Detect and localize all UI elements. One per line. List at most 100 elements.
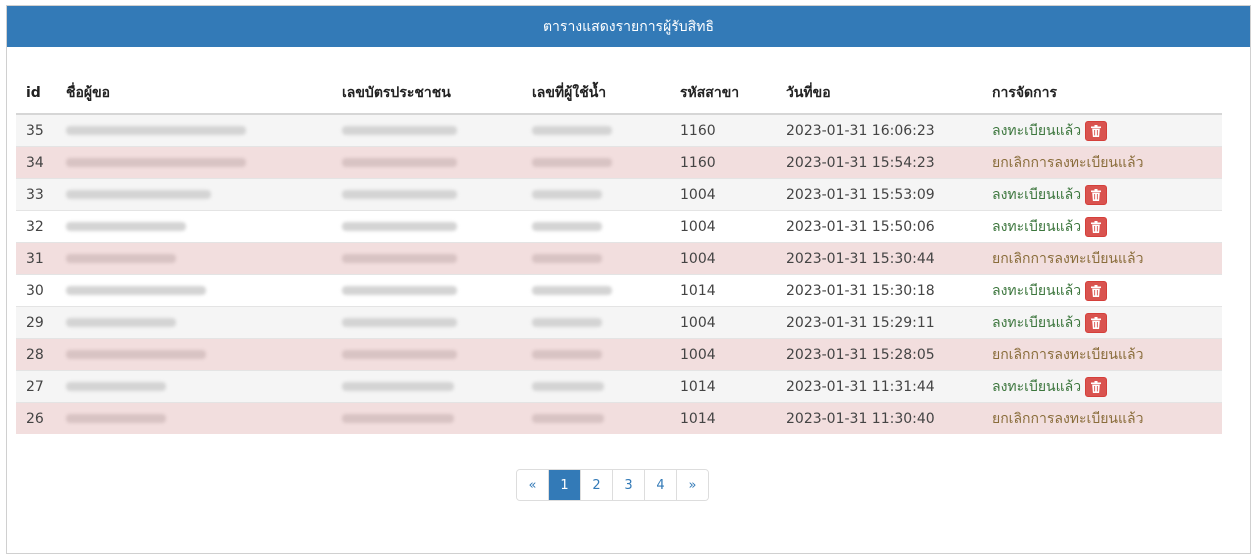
cell-request-date: 2023-01-31 11:31:44 [776,370,982,403]
pagination: « 1 2 3 4 » [516,469,709,501]
cell-id-card [332,146,522,179]
status-registered: ลงทะเบียนแล้ว [992,314,1082,331]
cell-id: 32 [16,210,56,243]
redacted-text [66,414,166,423]
delete-button[interactable] [1085,216,1108,237]
table-row: 28 1004 2023-01-31 15:28:05 ยกเลิกการลงทะเบ… [16,338,1222,371]
cell-branch-code: 1014 [670,370,776,403]
table-row: 34 1160 2023-01-31 15:54:23 ยกเลิกการลงทะเบ… [16,146,1222,179]
cell-branch-code: 1014 [670,274,776,307]
status-cancelled: ยกเลิกการลงทะเบียนแล้ว [992,250,1144,267]
cell-id: 27 [16,370,56,403]
cell-water-user-no [522,338,670,371]
pagination-page-3[interactable]: 3 [612,470,644,500]
delete-button[interactable] [1085,280,1108,301]
redacted-text [66,254,176,263]
table-row: 26 1014 2023-01-31 11:30:40 ยกเลิกการลงทะเบ… [16,402,1222,434]
cell-id: 30 [16,274,56,307]
cell-water-user-no [522,242,670,275]
cell-id-card [332,178,522,211]
pagination-page-2[interactable]: 2 [580,470,612,500]
delete-button[interactable] [1085,376,1108,397]
redacted-text [342,158,457,167]
delete-button[interactable] [1085,120,1108,141]
cell-actions: ลงทะเบียนแล้ว [982,178,1222,211]
table-row: 27 1014 2023-01-31 11:31:44 ลงทะเบียนแล้ว [16,370,1222,403]
cell-name [56,210,332,243]
trash-icon [1091,380,1102,393]
cell-name [56,178,332,211]
redacted-text [532,254,602,263]
table-row: 33 1004 2023-01-31 15:53:09 ลงทะเบียนแล้ว [16,178,1222,211]
cell-request-date: 2023-01-31 16:06:23 [776,113,982,147]
header-branch-code: รหัสสาขา [670,73,776,115]
cell-id: 31 [16,242,56,275]
redacted-text [342,414,454,423]
redacted-text [342,254,457,263]
cell-name [56,146,332,179]
delete-button[interactable] [1085,184,1108,205]
header-id: id [16,73,56,115]
pagination-prev-button[interactable]: « [517,470,548,500]
cell-branch-code: 1014 [670,402,776,434]
redacted-text [532,318,602,327]
status-registered: ลงทะเบียนแล้ว [992,378,1082,395]
panel-heading: ตารางแสดงรายการผู้รับสิทธิ [7,6,1250,47]
cell-branch-code: 1004 [670,306,776,339]
cell-name [56,113,332,147]
trash-icon [1091,220,1102,233]
cell-request-date: 2023-01-31 15:28:05 [776,338,982,371]
redacted-text [532,350,602,359]
redacted-text [66,382,166,391]
table-header-row: id ชื่อผู้ขอ เลขบัตรประชาชน เลขที่ผู้ใช้… [16,73,1222,115]
cell-name [56,306,332,339]
pagination-page-1[interactable]: 1 [548,470,580,500]
delete-button[interactable] [1085,312,1108,333]
cell-request-date: 2023-01-31 15:30:18 [776,274,982,307]
cell-name [56,274,332,307]
trash-icon [1091,188,1102,201]
cell-water-user-no [522,370,670,403]
header-water-user-no: เลขที่ผู้ใช้น้ำ [522,73,670,115]
cell-request-date: 2023-01-31 15:53:09 [776,178,982,211]
table-row: 32 1004 2023-01-31 15:50:06 ลงทะเบียนแล้ว [16,210,1222,243]
cell-name [56,370,332,403]
header-id-card: เลขบัตรประชาชน [332,73,522,115]
pagination-page-4[interactable]: 4 [644,470,676,500]
cell-id-card [332,242,522,275]
cell-id: 34 [16,146,56,179]
redacted-text [532,158,612,167]
cell-name [56,338,332,371]
redacted-text [532,414,604,423]
status-cancelled: ยกเลิกการลงทะเบียนแล้ว [992,346,1144,363]
cell-branch-code: 1004 [670,210,776,243]
status-cancelled: ยกเลิกการลงทะเบียนแล้ว [992,410,1144,427]
redacted-text [66,318,176,327]
cell-branch-code: 1004 [670,338,776,371]
redacted-text [532,382,604,391]
cell-branch-code: 1004 [670,242,776,275]
redacted-text [342,286,457,295]
cell-actions: ลงทะเบียนแล้ว [982,306,1222,339]
redacted-text [532,190,602,199]
cell-id: 28 [16,338,56,371]
redacted-text [66,222,186,231]
trash-icon [1091,316,1102,329]
cell-actions: ยกเลิกการลงทะเบียนแล้ว [982,242,1222,275]
cell-request-date: 2023-01-31 15:29:11 [776,306,982,339]
table-row: 30 1014 2023-01-31 15:30:18 ลงทะเบียนแล้ว [16,274,1222,307]
cell-id-card [332,402,522,434]
cell-water-user-no [522,402,670,434]
cell-id: 33 [16,178,56,211]
table-row: 35 1160 2023-01-31 16:06:23 ลงทะเบียนแล้ว [16,113,1222,147]
cell-request-date: 2023-01-31 15:50:06 [776,210,982,243]
cell-water-user-no [522,113,670,147]
pagination-next-button[interactable]: » [676,470,708,500]
cell-actions: ยกเลิกการลงทะเบียนแล้ว [982,338,1222,371]
redacted-text [66,158,246,167]
status-registered: ลงทะเบียนแล้ว [992,218,1082,235]
redacted-text [532,222,602,231]
redacted-text [66,126,246,135]
cell-actions: ลงทะเบียนแล้ว [982,274,1222,307]
header-name: ชื่อผู้ขอ [56,73,332,115]
